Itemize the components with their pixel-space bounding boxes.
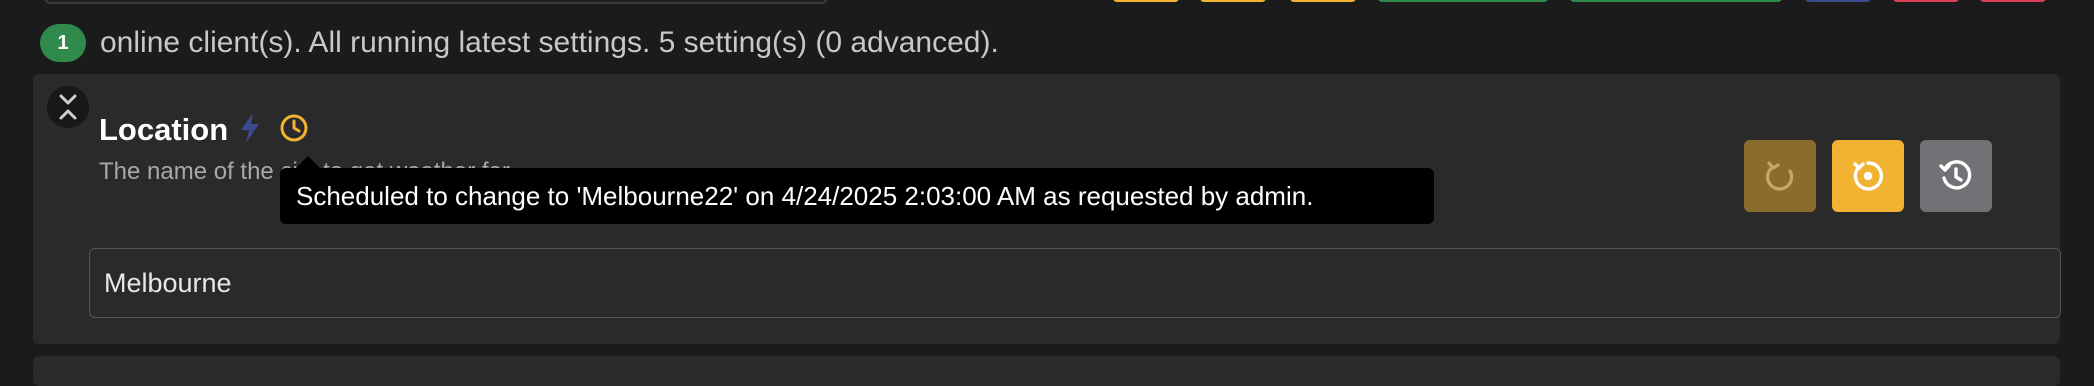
top-button-edge-4[interactable]	[1378, 0, 1548, 2]
apply-button[interactable]	[1832, 140, 1904, 212]
status-message: online client(s). All running latest set…	[100, 26, 999, 59]
revert-icon	[1766, 161, 1794, 191]
history-icon	[1939, 160, 1972, 190]
top-button-edge-5[interactable]	[1570, 0, 1782, 2]
location-value-input[interactable]	[89, 248, 2061, 318]
top-button-edge-1[interactable]	[1113, 0, 1179, 2]
next-setting-card	[33, 356, 2060, 386]
top-button-edge-2[interactable]	[1200, 0, 1266, 2]
status-line: 1 online client(s). All running latest s…	[40, 24, 999, 62]
schedule-tooltip: Scheduled to change to 'Melbourne22' on …	[280, 168, 1434, 224]
collapse-icon	[59, 94, 77, 120]
collapse-button[interactable]	[47, 86, 89, 128]
clock-icon[interactable]	[278, 112, 310, 149]
top-button-edge-7[interactable]	[1893, 0, 1959, 2]
tooltip-arrow	[296, 156, 320, 168]
top-button-edge-8[interactable]	[1980, 0, 2046, 2]
setting-title: Location	[99, 112, 229, 147]
top-button-edge-3[interactable]	[1290, 0, 1356, 2]
history-button[interactable]	[1920, 140, 1992, 212]
bolt-icon	[239, 112, 261, 149]
top-search-input-edge[interactable]	[44, 0, 828, 4]
online-count-badge: 1	[40, 24, 86, 62]
top-button-edge-6[interactable]	[1805, 0, 1871, 2]
revert-button[interactable]	[1744, 140, 1816, 212]
apply-icon	[1853, 161, 1884, 191]
